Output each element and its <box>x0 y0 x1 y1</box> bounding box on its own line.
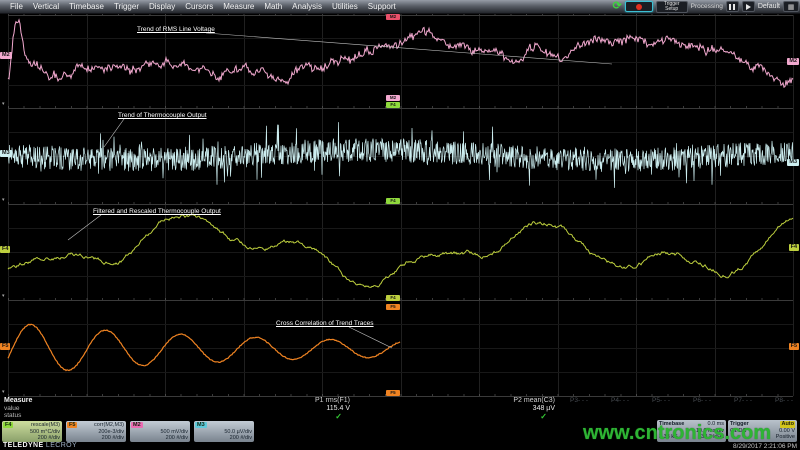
panel-marker-icon: ▾ <box>2 390 5 395</box>
menu-bar: File Vertical Timebase Trigger Display Cursor… <box>0 0 800 14</box>
auto-refresh-icon[interactable]: ⟳ <box>612 1 621 12</box>
trigger-level: 0.00 V <box>779 428 795 435</box>
channel-descriptor-m3[interactable]: M3 50.0 µV/div200 #/div <box>194 421 254 442</box>
trigger-setup-button[interactable]: Trigger Setup <box>656 1 688 13</box>
logo-lecroy: LECROY <box>46 442 77 449</box>
descriptor-line: 50.0 µV/div <box>224 429 252 435</box>
descriptor-line: rescale(M3) <box>30 422 60 428</box>
channel-descriptor-lines: 50.0 µV/div200 #/div <box>224 429 252 441</box>
processing-status: Processing <box>691 3 723 10</box>
pause-button[interactable] <box>726 1 739 12</box>
oscilloscope-app: ▾ ▾ ▾ ▾ Trend of RMS Line Voltage Trend of Th… <box>0 0 800 450</box>
trigger-setup-label-2: Setup <box>665 7 678 12</box>
play-button[interactable] <box>742 1 755 12</box>
menu-item-analysis[interactable]: Analysis <box>292 2 322 11</box>
panel-marker-icon: ▾ <box>2 198 5 203</box>
channel-descriptor-f5[interactable]: F5 corr(M2,M3)200e-3/div200 #/div <box>66 421 126 442</box>
descriptor-line: 500 mV/div <box>160 429 188 435</box>
pause-icon <box>729 4 735 10</box>
descriptor-line: corr(M2,M3) <box>94 422 124 428</box>
descriptor-line: 200 #/div <box>94 435 124 441</box>
trigger-record-button[interactable] <box>625 1 653 12</box>
scale-limit-flag: F4 <box>386 295 400 301</box>
trace-offset-tag-right[interactable]: M2 <box>787 58 799 65</box>
trace-offset-tag-left[interactable]: M3 <box>0 150 12 157</box>
descriptor-line: 200e-3/div <box>94 429 124 435</box>
trace-F4[interactable] <box>8 214 793 287</box>
descriptor-line: 500 m°C/div <box>30 429 60 435</box>
trace-annotation-label[interactable]: Trend of Thermocouple Output <box>118 112 207 119</box>
trigger-mode-chip: Auto <box>780 421 795 428</box>
menu-item-cursors[interactable]: Cursors <box>185 2 213 11</box>
menu-bar-items: File Vertical Timebase Trigger Display Cursor… <box>0 2 401 11</box>
scale-limit-flag: F5 <box>386 390 400 396</box>
trace-annotation-label[interactable]: Cross Correlation of Trend Traces <box>276 320 374 327</box>
scale-limit-flag: F5 <box>386 304 400 310</box>
channel-descriptor-lines: 500 mV/div200 #/div <box>160 429 188 441</box>
descriptor-line: 200 #/div <box>224 435 252 441</box>
teledyne-lecroy-logo: TELEDYNE LECROY <box>3 442 77 449</box>
channel-descriptor-f4[interactable]: F4 rescale(M3)500 m°C/div200 #/div <box>2 421 62 442</box>
scale-limit-flag: M2 <box>386 14 400 20</box>
descriptor-line: 200 #/div <box>160 435 188 441</box>
play-icon <box>746 4 751 10</box>
channel-descriptor-lines: rescale(M3)500 m°C/div200 #/div <box>30 422 60 441</box>
waveform-canvas <box>0 0 800 450</box>
panel-marker-icon: ▾ <box>2 102 5 107</box>
trace-offset-tag-right[interactable]: F4 <box>789 244 799 251</box>
trace-offset-tag-left[interactable]: M2 <box>0 52 12 59</box>
annotation-callout-line <box>349 327 392 348</box>
trace-offset-tag-left[interactable]: F4 <box>0 246 10 253</box>
channel-chip-f4: F4 <box>3 422 13 428</box>
watermark-text: www.cntronics.com <box>583 422 771 445</box>
channel-chip-m3: M3 <box>195 422 207 428</box>
trace-F5[interactable] <box>8 324 400 370</box>
trace-annotation-label[interactable]: Filtered and Rescaled Thermocouple Outpu… <box>93 208 221 215</box>
channel-descriptor-lines: corr(M2,M3)200e-3/div200 #/div <box>94 422 124 441</box>
menu-item-display[interactable]: Display <box>149 2 175 11</box>
menu-item-timebase[interactable]: Timebase <box>69 2 104 11</box>
default-setup-label[interactable]: Default <box>758 3 780 10</box>
trace-M2[interactable] <box>8 20 793 87</box>
trace-M3[interactable] <box>8 122 793 188</box>
toolbar-right: ⟳ Trigger Setup Processing Default ▦ <box>612 0 799 13</box>
menu-item-file[interactable]: File <box>10 2 23 11</box>
menu-item-utilities[interactable]: Utilities <box>332 2 358 11</box>
scale-limit-flag: F4 <box>386 102 400 108</box>
trace-offset-tag-left[interactable]: F5 <box>0 343 10 350</box>
channel-chip-f5: F5 <box>67 422 77 428</box>
descriptor-line: 200 #/div <box>30 435 60 441</box>
aux-grid-button[interactable]: ▦ <box>783 1 799 12</box>
annotation-callout-line <box>68 215 101 240</box>
menu-item-vertical[interactable]: Vertical <box>33 2 59 11</box>
grid-icon: ▦ <box>788 3 795 11</box>
trace-offset-tag-right[interactable]: F5 <box>789 343 799 350</box>
scale-limit-flag: F4 <box>386 198 400 204</box>
channel-chip-m2: M2 <box>131 422 143 428</box>
scale-limit-flag: M2 <box>386 95 400 101</box>
menu-item-math[interactable]: Math <box>264 2 282 11</box>
menu-item-support[interactable]: Support <box>368 2 396 11</box>
trace-offset-tag-right[interactable]: M3 <box>787 159 799 166</box>
trigger-slope: Positive <box>776 434 795 441</box>
logo-teledyne: TELEDYNE <box>3 442 44 449</box>
panel-marker-icon: ▾ <box>2 294 5 299</box>
record-dot-icon <box>636 4 642 10</box>
trace-annotation-label[interactable]: Trend of RMS Line Voltage <box>137 26 215 33</box>
channel-descriptor-m2[interactable]: M2 500 mV/div200 #/div <box>130 421 190 442</box>
menu-item-measure[interactable]: Measure <box>223 2 254 11</box>
menu-item-trigger[interactable]: Trigger <box>114 2 139 11</box>
